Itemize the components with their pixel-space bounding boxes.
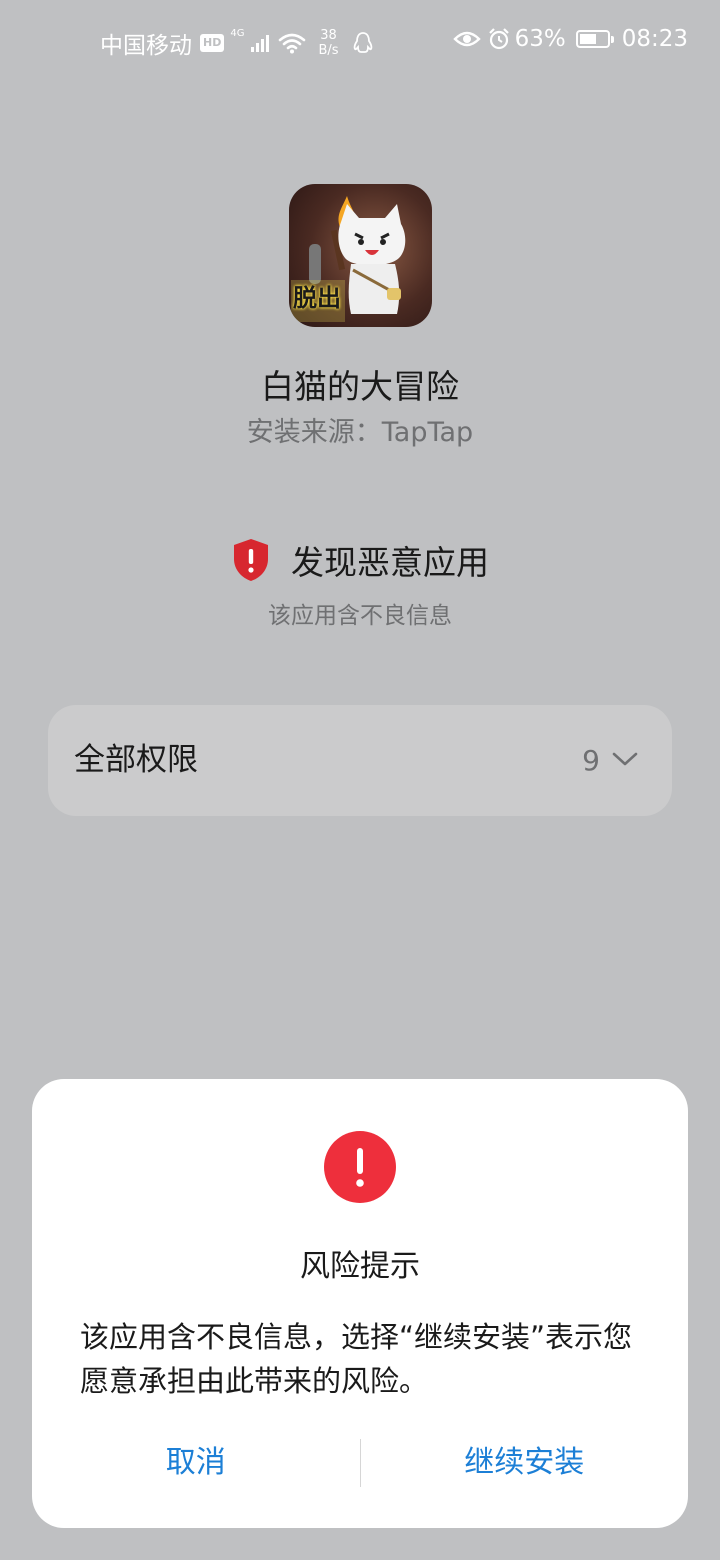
wifi-icon xyxy=(278,32,306,54)
dialog-title: 风险提示 xyxy=(300,1249,420,1284)
all-permissions-row[interactable]: 全部权限 9 xyxy=(48,705,672,816)
app-icon: 脱出 xyxy=(289,184,432,327)
permissions-label: 全部权限 xyxy=(74,742,198,778)
warning-title: 发现恶意应用 xyxy=(291,543,489,582)
qq-penguin-icon xyxy=(353,31,373,55)
install-source: 安装来源：TapTap xyxy=(246,417,474,448)
status-left: 中国移动 HD 4G 38 B/s xyxy=(100,26,373,60)
signal-bars-icon xyxy=(250,33,272,53)
app-name: 白猫的大冒险 xyxy=(261,367,459,406)
speed-value: 38 xyxy=(320,28,337,43)
malicious-warning: 发现恶意应用 xyxy=(0,536,720,584)
dialog-message: 该应用含不良信息，选择“继续安装”表示您愿意承担由此带来的风险。 xyxy=(80,1320,633,1398)
chevron-down-icon xyxy=(612,751,638,771)
cancel-button[interactable]: 取消 xyxy=(32,1418,360,1528)
continue-install-button[interactable]: 继续安装 xyxy=(361,1418,689,1528)
hd-badge: HD xyxy=(200,34,225,52)
alert-circle-icon xyxy=(324,1131,396,1203)
status-bar: 中国移动 HD 4G 38 B/s 63% 08:23 xyxy=(0,0,720,90)
battery-icon xyxy=(575,30,614,48)
permissions-count-group: 9 xyxy=(582,705,638,816)
speed-unit: B/s xyxy=(318,43,339,58)
shield-alert-icon xyxy=(231,537,271,583)
clock-time: 08:23 xyxy=(621,26,688,52)
app-icon-label: 脱出 xyxy=(293,284,341,312)
network-type: 4G xyxy=(230,28,245,39)
eye-icon xyxy=(452,30,481,48)
warning-subtitle: 该应用含不良信息 xyxy=(268,603,452,629)
status-right: 63% 08:23 xyxy=(447,26,688,52)
battery-percent: 63% xyxy=(514,26,566,52)
permissions-count: 9 xyxy=(582,744,600,777)
alarm-clock-icon xyxy=(487,27,511,51)
carrier-name: 中国移动 xyxy=(100,33,192,59)
risk-dialog: 风险提示 该应用含不良信息，选择“继续安装”表示您愿意承担由此带来的风险。 取消… xyxy=(32,1079,688,1528)
network-speed: 38 B/s xyxy=(318,28,338,58)
battery-level xyxy=(579,34,596,44)
dialog-actions: 取消 继续安装 xyxy=(32,1418,688,1528)
